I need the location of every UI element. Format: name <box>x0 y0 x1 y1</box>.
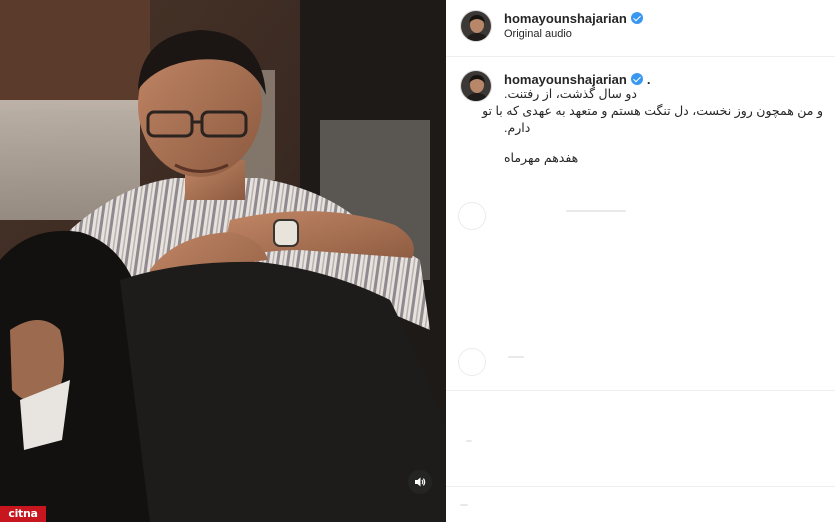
audio-toggle-button[interactable] <box>408 470 432 494</box>
emoji-placeholder <box>460 504 468 506</box>
action-placeholder <box>466 440 472 442</box>
caption-username-text[interactable]: homayounshajarian <box>504 72 627 87</box>
comment-text-placeholder <box>566 210 626 212</box>
comment-avatar-placeholder <box>458 202 486 230</box>
comment-placeholder <box>446 196 835 236</box>
avatar-image <box>461 11 491 41</box>
avatar-image <box>461 71 491 101</box>
comment-box-divider <box>446 486 835 487</box>
comment-placeholder <box>446 346 835 386</box>
author-username[interactable]: homayounshajarian <box>504 10 643 28</box>
actions-placeholder <box>446 430 835 460</box>
speaker-icon <box>415 477 426 487</box>
original-audio-link[interactable]: Original audio <box>504 28 572 41</box>
post-side-panel: homayounshajarian Original audio homayou… <box>446 0 835 522</box>
caption-line-3: دارم. <box>504 121 531 135</box>
caption-line-4: هفدهم مهرماه <box>504 151 579 165</box>
caption-line-1: دو سال گذشت، از رفتنت. <box>504 87 637 101</box>
verified-badge-icon <box>630 73 643 85</box>
watermark-logo: citna <box>0 506 46 522</box>
post-media[interactable]: citna <box>0 0 446 522</box>
comment-avatar-placeholder <box>458 348 486 376</box>
author-username-text[interactable]: homayounshajarian <box>504 11 627 26</box>
post-photo <box>0 0 446 522</box>
caption-line-2: و من همچون روز نخست، دل تنگت هستم و متعه… <box>482 104 823 118</box>
actions-divider <box>446 390 835 391</box>
caption-avatar[interactable] <box>460 70 492 102</box>
author-avatar[interactable] <box>460 10 492 42</box>
verified-badge-icon <box>630 12 643 24</box>
header-divider <box>446 56 835 57</box>
comment-input-placeholder[interactable] <box>446 490 835 522</box>
comment-text-placeholder <box>508 356 524 358</box>
caption-dot: . <box>646 72 651 87</box>
